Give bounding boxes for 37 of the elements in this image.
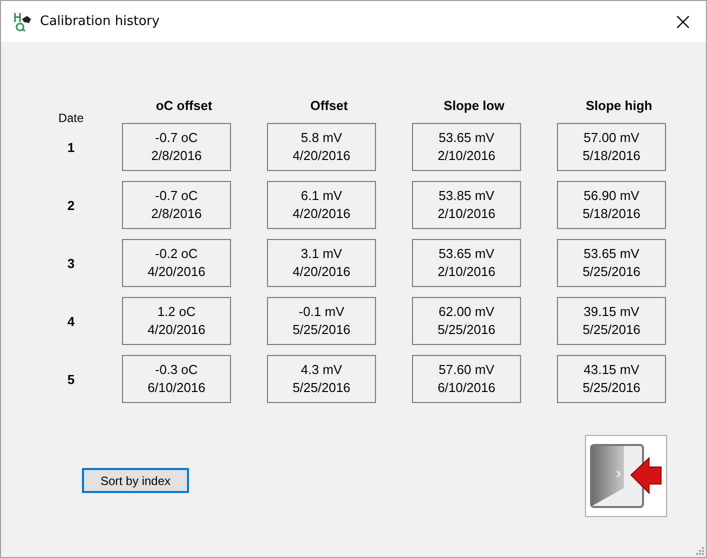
- calibration-cell: 53.65 mV 2/10/2016: [412, 239, 521, 287]
- row-index: 4: [67, 314, 75, 328]
- close-icon: [677, 16, 689, 28]
- calibration-cell: -0.3 oC 6/10/2016: [122, 355, 231, 403]
- calibration-cell: -0.2 oC 4/20/2016: [122, 239, 231, 287]
- column-header: Slope high: [586, 98, 652, 113]
- row-index: 1: [67, 140, 75, 154]
- calibration-cell: 4.3 mV 5/25/2016: [267, 355, 376, 403]
- calibration-cell: -0.7 oC 2/8/2016: [122, 123, 231, 171]
- calibration-cell: 43.15 mV 5/25/2016: [557, 355, 666, 403]
- sort-button[interactable]: Sort by index: [82, 468, 189, 493]
- resize-grip-icon[interactable]: [696, 547, 704, 555]
- calibration-cell: 53.65 mV 5/25/2016: [557, 239, 666, 287]
- calibration-cell: 56.90 mV 5/18/2016: [557, 181, 666, 229]
- calibration-cell: 57.60 mV 6/10/2016: [412, 355, 521, 403]
- calibration-cell: -0.1 mV 5/25/2016: [267, 297, 376, 345]
- calibration-cell: 57.00 mV 5/18/2016: [557, 123, 666, 171]
- calibration-cell: -0.7 oC 2/8/2016: [122, 181, 231, 229]
- date-label: Date: [58, 110, 84, 124]
- exit-button[interactable]: [585, 435, 667, 517]
- row-index: 2: [67, 198, 75, 212]
- column-header: oC offset: [156, 98, 212, 113]
- column-header: Offset: [310, 98, 348, 113]
- window-title: Calibration history: [40, 14, 161, 29]
- calibration-cell: 5.8 mV 4/20/2016: [267, 123, 376, 171]
- calibration-cell: 62.00 mV 5/25/2016: [412, 297, 521, 345]
- app-logo-icon: [14, 12, 32, 32]
- calibration-cell: 39.15 mV 5/25/2016: [557, 297, 666, 345]
- exit-door-icon: [589, 443, 663, 509]
- calibration-cell: 1.2 oC 4/20/2016: [122, 297, 231, 345]
- calibration-cell: 53.65 mV 2/10/2016: [412, 123, 521, 171]
- column-header: Slope low: [444, 98, 504, 113]
- calibration-cell: 6.1 mV 4/20/2016: [267, 181, 376, 229]
- calibration-cell: 3.1 mV 4/20/2016: [267, 239, 376, 287]
- row-index: 5: [67, 372, 75, 386]
- calibration-cell: 53.85 mV 2/10/2016: [412, 181, 521, 229]
- row-index: 3: [67, 256, 75, 270]
